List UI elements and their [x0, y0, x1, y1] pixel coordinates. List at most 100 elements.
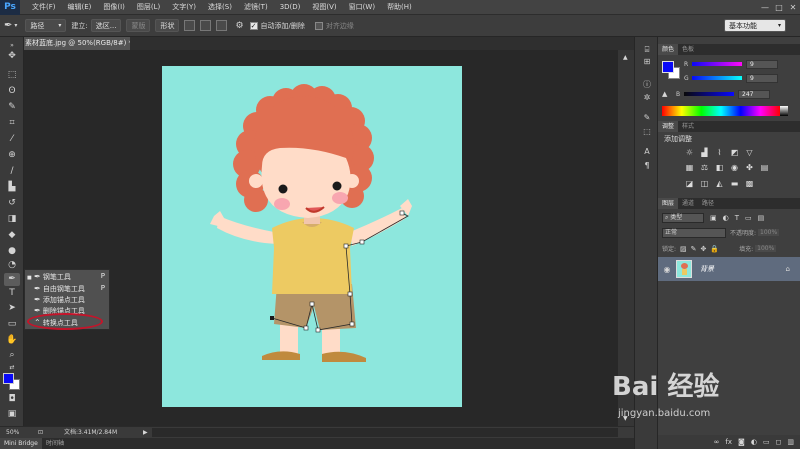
vibrance-icon[interactable]: ▽	[744, 148, 755, 158]
tab-adjustments[interactable]: 调整	[658, 121, 679, 132]
fx-icon[interactable]: fx	[725, 438, 732, 446]
layer-name[interactable]: 背景	[700, 264, 714, 274]
curves-icon[interactable]: ⌇	[714, 148, 725, 158]
new-layer-icon[interactable]: ◻	[776, 438, 782, 446]
menu-help[interactable]: 帮助(H)	[381, 2, 418, 12]
red-value[interactable]: 9	[746, 59, 778, 69]
mode-select[interactable]: 路径 ▾	[25, 19, 67, 32]
selection-button[interactable]: 选区...	[90, 19, 122, 32]
filter-adjust-icon[interactable]: ◐	[723, 214, 729, 222]
fill-value[interactable]: 100%	[755, 245, 777, 252]
zoom-level[interactable]: 50%	[6, 427, 19, 438]
document-canvas[interactable]	[162, 66, 462, 407]
posterize-icon[interactable]: ◫	[699, 179, 710, 189]
levels-icon[interactable]: ▟	[699, 148, 710, 158]
tab-mini-bridge[interactable]: Mini Bridge	[0, 438, 42, 449]
path-operations-icon[interactable]	[184, 20, 196, 31]
photo-filter-icon[interactable]: ◉	[729, 163, 740, 173]
menu-view[interactable]: 视图(V)	[306, 2, 342, 12]
status-preview-icon[interactable]: ⊡	[38, 427, 43, 438]
screen-mode-icon[interactable]: ▣	[4, 408, 20, 421]
filter-type-icon[interactable]: T	[735, 214, 739, 222]
blur-tool-icon[interactable]: ●	[4, 245, 20, 258]
pen-tool-icon[interactable]: ✒	[4, 273, 20, 286]
green-value[interactable]: 9	[746, 73, 778, 83]
scroll-up-icon[interactable]: ▲	[623, 54, 628, 61]
menu-image[interactable]: 图像(I)	[97, 2, 131, 12]
exposure-icon[interactable]: ◩	[729, 148, 740, 158]
gradient-map-icon[interactable]: ▬	[729, 179, 740, 189]
new-group-icon[interactable]: ▭	[763, 438, 770, 446]
blend-mode-select[interactable]: 正常	[662, 227, 726, 238]
menu-3d[interactable]: 3D(D)	[274, 3, 307, 11]
minimize-button[interactable]: —	[758, 3, 772, 12]
lock-move-icon[interactable]: ✥	[701, 245, 707, 253]
character-panel-icon[interactable]: A	[640, 147, 654, 159]
tab-timeline[interactable]: 时间轴	[46, 438, 64, 449]
workspace-select[interactable]: 基本功能 ▾	[724, 19, 786, 32]
horizontal-scrollbar[interactable]	[152, 428, 618, 437]
brush-tool-icon[interactable]: ∕	[4, 165, 20, 178]
black-white-icon[interactable]: ◧	[714, 163, 725, 173]
path-alignment-icon[interactable]	[200, 20, 212, 31]
blue-value[interactable]: 247	[738, 89, 770, 99]
layer-filter-select[interactable]: ⌕ 类型	[662, 212, 704, 223]
maximize-button[interactable]: □	[772, 3, 786, 12]
channel-mixer-icon[interactable]: ✤	[744, 163, 755, 173]
tab-styles[interactable]: 样式	[678, 121, 698, 132]
clone-stamp-tool-icon[interactable]: ▙	[4, 181, 20, 194]
color-spectrum-bar[interactable]	[662, 106, 780, 116]
filter-smart-icon[interactable]: ▤	[758, 214, 765, 222]
info-panel-icon[interactable]: ⓘ	[640, 79, 654, 91]
healing-brush-tool-icon[interactable]: ⊕	[4, 149, 20, 162]
close-button[interactable]: ✕	[786, 3, 800, 12]
menu-type[interactable]: 文字(Y)	[166, 2, 202, 12]
eyedropper-tool-icon[interactable]: ⁄	[4, 133, 20, 146]
move-tool-icon[interactable]: ✥	[4, 50, 20, 63]
history-brush-tool-icon[interactable]: ↺	[4, 197, 20, 210]
rectangle-tool-icon[interactable]: ▭	[4, 318, 20, 331]
quick-selection-tool-icon[interactable]: ✎	[4, 101, 20, 114]
menu-edit[interactable]: 编辑(E)	[62, 2, 98, 12]
clone-source-icon[interactable]: ⬚	[640, 127, 654, 139]
lock-all-icon[interactable]: 🔒	[710, 245, 719, 253]
color-lookup-icon[interactable]: ▤	[759, 163, 770, 173]
brightness-icon[interactable]: ☼	[684, 148, 695, 158]
filter-pixel-icon[interactable]: ▣	[710, 214, 717, 222]
type-tool-icon[interactable]: T	[4, 287, 20, 300]
eraser-tool-icon[interactable]: ◨	[4, 213, 20, 226]
flyout-pen-tool[interactable]: ■ ✒ 钢笔工具 P	[27, 271, 109, 282]
flyout-add-anchor-tool[interactable]: ■ ✒ 添加锚点工具	[27, 294, 109, 305]
align-edges-checkbox[interactable]	[314, 21, 323, 30]
lock-transparent-icon[interactable]: ▨	[680, 245, 687, 253]
history-panel-icon[interactable]: ⌸	[640, 45, 654, 57]
paint-bucket-tool-icon[interactable]: ◆	[4, 229, 20, 242]
menu-window[interactable]: 窗口(W)	[343, 2, 381, 12]
menu-file[interactable]: 文件(F)	[26, 2, 62, 12]
crop-tool-icon[interactable]: ⌗	[4, 117, 20, 130]
link-layers-icon[interactable]: ∞	[714, 438, 720, 446]
path-arrangement-icon[interactable]	[216, 20, 228, 31]
flyout-freeform-pen-tool[interactable]: ■ ✒ 自由钢笔工具 P	[27, 283, 109, 294]
new-adjustment-icon[interactable]: ◐	[751, 438, 757, 446]
opacity-value[interactable]: 100%	[758, 229, 780, 236]
quick-mask-icon[interactable]: ◘	[4, 393, 20, 406]
hand-tool-icon[interactable]: ✋	[4, 334, 20, 347]
tab-color[interactable]: 颜色	[658, 44, 679, 55]
tab-swatches[interactable]: 色板	[678, 44, 698, 55]
layer-row[interactable]: ◉ 背景 ⌂	[658, 257, 800, 281]
invert-icon[interactable]: ◪	[684, 179, 695, 189]
tab-layers[interactable]: 图层	[658, 198, 679, 209]
chevron-down-icon[interactable]: ▾	[14, 22, 17, 29]
brush-presets-icon[interactable]: ⊞	[640, 57, 654, 69]
hue-saturation-icon[interactable]: ▦	[684, 163, 695, 173]
navigator-icon[interactable]: ✲	[640, 93, 654, 105]
pen-tool-preset-icon[interactable]: ✒	[4, 20, 12, 31]
brush-panel-icon[interactable]: ✎	[640, 113, 654, 125]
lasso-tool-icon[interactable]: ʘ	[4, 85, 20, 98]
delete-layer-icon[interactable]: ▥	[787, 438, 794, 446]
color-balance-icon[interactable]: ⚖	[699, 163, 710, 173]
dodge-tool-icon[interactable]: ◔	[4, 259, 20, 272]
document-tab[interactable]: 素材蓝底.jpg @ 50%(RGB/8#) *	[24, 37, 130, 50]
lock-brush-icon[interactable]: ✎	[691, 245, 697, 253]
